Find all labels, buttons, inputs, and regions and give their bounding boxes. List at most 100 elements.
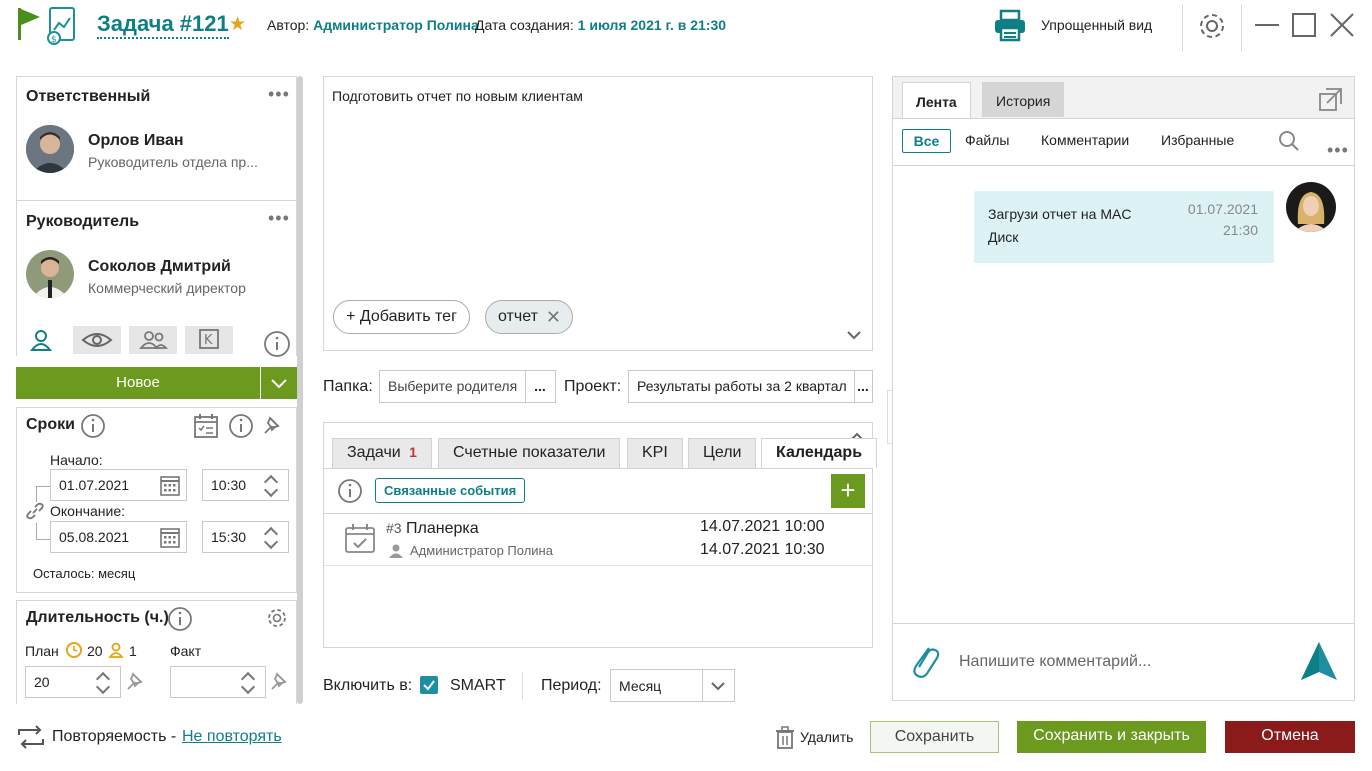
filter-all[interactable]: Все (902, 129, 951, 153)
remove-tag-icon[interactable]: ✕ (546, 301, 561, 333)
eye-icon (81, 333, 113, 347)
table-row[interactable]: #3 Планерка Администратор Полина 14.07.2… (324, 514, 872, 566)
page-title[interactable]: Задача #121 (97, 11, 229, 39)
repeat-label: Повторяемость - (52, 728, 177, 745)
tab-responsible[interactable] (17, 324, 65, 356)
tab-tasks[interactable]: Задачи 1 (332, 438, 432, 468)
info-icon[interactable] (337, 478, 363, 507)
linked-events-button[interactable]: Связанные события (375, 478, 526, 503)
end-time-input[interactable]: 15:30 (202, 521, 256, 553)
event-title[interactable]: Планерка (406, 520, 479, 537)
filter-files[interactable]: Файлы (965, 132, 1009, 148)
start-time-stepper[interactable] (255, 469, 289, 501)
chevron-down-icon[interactable] (844, 327, 864, 346)
send-icon[interactable] (1299, 640, 1339, 685)
minimize-icon[interactable] (1252, 10, 1282, 40)
plan-input[interactable]: 20 (25, 666, 88, 698)
avatar[interactable] (1286, 182, 1336, 232)
tab-goals[interactable]: Цели (688, 438, 757, 468)
description-box[interactable]: Подготовить отчет по новым клиентам + До… (323, 76, 873, 351)
tab-observers[interactable] (73, 326, 121, 354)
include-label: Включить в: (323, 677, 413, 694)
period-select[interactable]: Месяц (610, 669, 703, 702)
tab-feed[interactable]: Лента (902, 82, 971, 119)
person-icon (107, 641, 125, 662)
end-time-stepper[interactable] (255, 521, 289, 553)
pin-icon[interactable] (125, 671, 147, 696)
pin-icon[interactable] (262, 415, 284, 440)
repeat-link[interactable]: Не повторять (182, 728, 282, 746)
more-icon[interactable]: ••• (268, 85, 290, 103)
folder-more-button[interactable]: ... (525, 370, 556, 403)
svg-text:$: $ (51, 35, 57, 45)
author-link[interactable]: Администратор Полина (313, 17, 479, 33)
project-more-button[interactable]: ... (854, 370, 873, 403)
message-time: 21:30 (1222, 222, 1258, 238)
paperclip-icon[interactable] (907, 642, 941, 685)
calendar-icon[interactable] (153, 469, 187, 501)
calendar-check-icon (343, 522, 379, 559)
info-icon[interactable] (80, 413, 106, 442)
simplified-view-button[interactable]: Упрощенный вид (1041, 17, 1152, 33)
responsible-name[interactable]: Орлов Иван (88, 132, 184, 150)
save-button[interactable]: Сохранить (870, 721, 999, 753)
end-date-input[interactable]: 05.08.2021 (50, 521, 154, 553)
more-icon[interactable]: ••• (1327, 141, 1349, 159)
manager-name[interactable]: Соколов Дмитрий (88, 258, 231, 276)
left-scrollbar[interactable] (297, 76, 303, 704)
chevron-down-icon[interactable] (702, 669, 735, 702)
maximize-icon[interactable] (1290, 10, 1320, 40)
tab-kpi[interactable]: KPI (627, 438, 683, 468)
more-icon[interactable]: ••• (268, 209, 290, 227)
pin-icon[interactable] (269, 671, 291, 696)
trash-icon[interactable] (774, 726, 796, 753)
link-icon[interactable] (25, 502, 45, 523)
cancel-button[interactable]: Отмена (1225, 721, 1355, 753)
avatar[interactable] (26, 125, 74, 173)
description-text[interactable]: Подготовить отчет по новым клиентам (332, 88, 583, 104)
duration-card: Длительность (ч.) План 20 1 Факт 20 (16, 600, 297, 704)
start-time-input[interactable]: 10:30 (202, 469, 256, 501)
tag-chip[interactable]: отчет ✕ (485, 300, 573, 334)
message-bubble[interactable]: Загрузи отчет на MAC Диск 01.07.2021 21:… (974, 191, 1274, 263)
duration-title: Длительность (ч.) (26, 609, 169, 626)
status-button[interactable]: Новое (16, 367, 260, 399)
info-icon[interactable] (263, 330, 291, 358)
deadlines-title: Сроки (26, 416, 75, 433)
folder-select[interactable]: Выберите родителя (379, 370, 526, 403)
fact-stepper[interactable] (232, 666, 266, 698)
comment-input[interactable]: Напишите комментарий... (959, 653, 1151, 671)
tab-k[interactable]: K (185, 326, 233, 354)
tasks-count-badge: 1 (409, 444, 417, 460)
filter-comments[interactable]: Комментарии (1041, 132, 1129, 148)
status-dropdown-button[interactable] (261, 367, 297, 399)
gear-icon[interactable] (266, 607, 288, 632)
search-icon[interactable] (1277, 129, 1301, 156)
add-tag-button[interactable]: + Добавить тег (333, 300, 470, 334)
project-select[interactable]: Результаты работы за 2 квартал (628, 370, 855, 403)
tab-history[interactable]: История (982, 82, 1065, 117)
filter-favorites[interactable]: Избранные (1161, 132, 1234, 148)
plan-stepper[interactable] (87, 666, 121, 698)
avatar[interactable] (26, 250, 74, 298)
popout-icon[interactable] (1317, 85, 1345, 116)
created-meta: Дата создания: 1 июля 2021 г. в 21:30 (475, 17, 726, 33)
close-icon[interactable] (1327, 10, 1357, 40)
start-date-input[interactable]: 01.07.2021 (50, 469, 154, 501)
info-icon[interactable] (167, 606, 193, 635)
gear-icon[interactable] (1196, 10, 1228, 42)
add-button[interactable]: + (831, 474, 865, 508)
save-close-button[interactable]: Сохранить и закрыть (1017, 721, 1206, 753)
calendar-icon[interactable] (153, 521, 187, 553)
smart-checkbox[interactable] (420, 676, 438, 694)
favorite-star-icon[interactable]: ★ (229, 13, 246, 36)
tab-coexecutors[interactable] (129, 326, 177, 354)
tab-indicators[interactable]: Счетные показатели (438, 438, 621, 468)
fact-input[interactable] (170, 666, 233, 698)
tab-calendar[interactable]: Календарь (761, 438, 878, 468)
delete-button[interactable]: Удалить (800, 729, 853, 745)
print-icon[interactable] (993, 8, 1027, 42)
tag-label: отчет (498, 308, 538, 325)
calendar-check-icon[interactable] (192, 412, 220, 443)
info-icon[interactable] (228, 413, 254, 442)
